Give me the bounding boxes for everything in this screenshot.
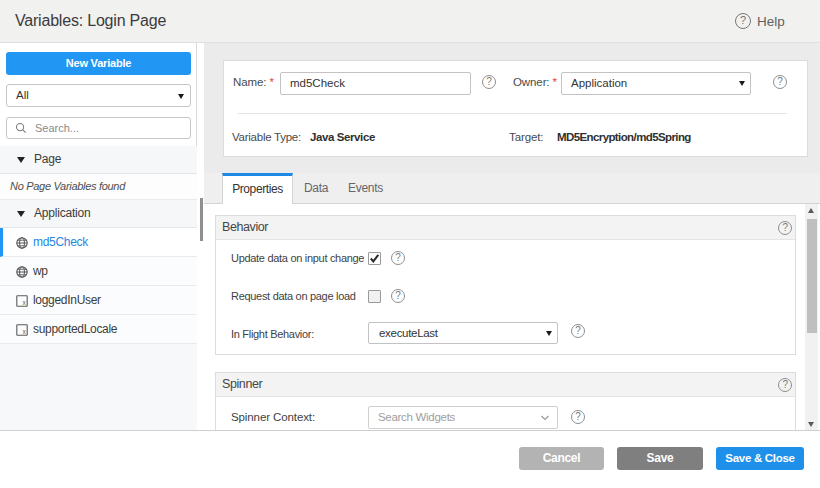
- svg-text:x: x: [23, 328, 27, 335]
- svg-text:x: x: [23, 299, 27, 306]
